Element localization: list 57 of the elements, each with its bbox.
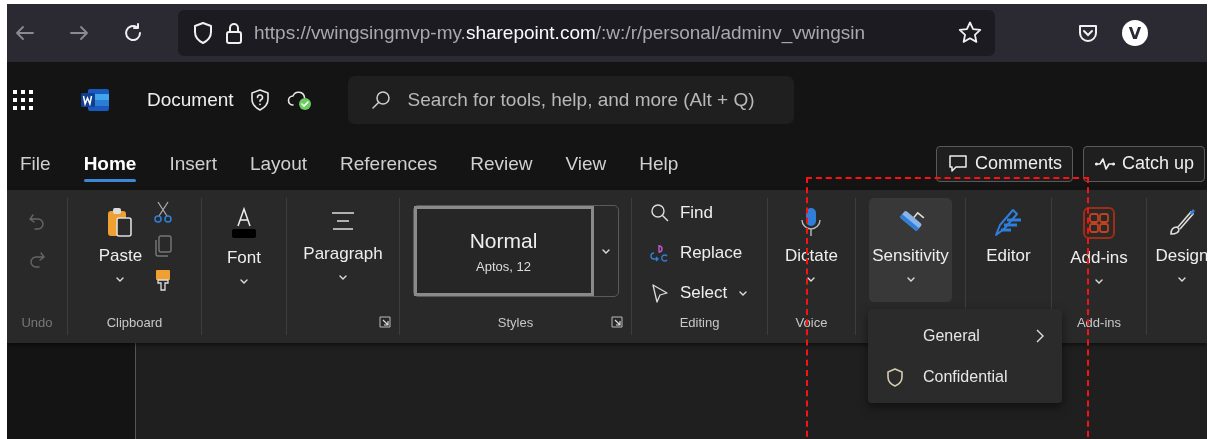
style-font: Aptos, 12 <box>476 258 531 274</box>
comments-button[interactable]: Comments <box>935 145 1073 182</box>
microphone-button[interactable]: Dictate <box>782 198 841 302</box>
group-label: Editing <box>679 314 720 330</box>
replace-icon <box>649 243 670 263</box>
grid-squares-icon <box>1082 206 1116 240</box>
ribbon-tab[interactable]: File <box>20 137 51 190</box>
menu-item[interactable]: General <box>868 315 1062 356</box>
ribbon-tab[interactable]: References <box>340 137 438 190</box>
group-label: Add-ins <box>1076 314 1122 330</box>
scissors-icon[interactable] <box>153 200 174 224</box>
ribbon-tab[interactable]: Insert <box>169 137 217 190</box>
profile-avatar[interactable]: V <box>1122 20 1148 46</box>
select-button[interactable]: Select <box>645 278 754 308</box>
shield-icon <box>885 366 905 387</box>
address-bar[interactable]: https://vwingsingmvp-my.sharepoint.com/:w:/r/personal/adminv_vwingsin <box>178 10 995 56</box>
lock-icon[interactable] <box>224 21 244 45</box>
document-title[interactable]: Document <box>147 88 234 111</box>
pen-lines-button[interactable]: Editor <box>983 198 1034 302</box>
find-button[interactable]: Find <box>645 198 717 228</box>
undo-icon[interactable] <box>27 212 47 232</box>
paintbrush-button[interactable]: Design <box>1152 198 1207 302</box>
star-icon[interactable] <box>957 20 983 46</box>
replace-button[interactable]: Replace <box>645 238 747 268</box>
paste-button[interactable]: Paste <box>95 198 146 302</box>
app-launcher-icon[interactable] <box>12 88 34 111</box>
redo-icon[interactable] <box>27 250 47 270</box>
align-center-button[interactable]: Paragraph <box>300 198 386 302</box>
shield-icon[interactable] <box>192 21 214 45</box>
ribbon-tab[interactable]: Help <box>639 137 679 190</box>
group-label: Undo <box>21 314 53 330</box>
url-text: https://vwingsingmvp-my.sharepoint.com/:w:/r/personal/adminv_vwingsin <box>254 22 867 44</box>
word-logo-icon[interactable] <box>80 87 110 112</box>
paintbrush-icon <box>1167 206 1197 238</box>
style-name: Normal <box>469 228 538 253</box>
search-field[interactable]: Search for tools, help, and more (Alt + Q) <box>347 75 794 124</box>
grid-squares-button[interactable]: Add-ins <box>1067 198 1131 302</box>
ribbon-tab[interactable]: View <box>565 137 607 190</box>
copy-icon[interactable] <box>153 234 174 258</box>
ribbon-tab[interactable]: Home <box>83 137 137 190</box>
chevron-right-icon <box>1034 327 1046 344</box>
cursor-icon <box>649 283 670 303</box>
font-color-button[interactable]: Font <box>224 198 264 302</box>
dialog-launcher-icon[interactable] <box>379 316 391 328</box>
comment-icon <box>946 153 969 174</box>
paint-roller-button[interactable]: Sensitivity <box>869 198 952 302</box>
ribbon-tab[interactable]: Review <box>470 137 533 190</box>
group-label: Voice <box>795 314 828 330</box>
search-icon <box>369 88 392 111</box>
dialog-launcher-icon[interactable] <box>611 316 623 328</box>
menu-item[interactable]: Confidential <box>868 356 1062 397</box>
catch-up-button[interactable]: Catch up <box>1082 145 1205 182</box>
pulse-icon <box>1093 155 1116 172</box>
group-label: Clipboard <box>106 314 163 330</box>
group-label: Styles <box>497 314 534 330</box>
ribbon-tab[interactable]: Layout <box>249 137 307 190</box>
search-icon <box>649 203 670 223</box>
